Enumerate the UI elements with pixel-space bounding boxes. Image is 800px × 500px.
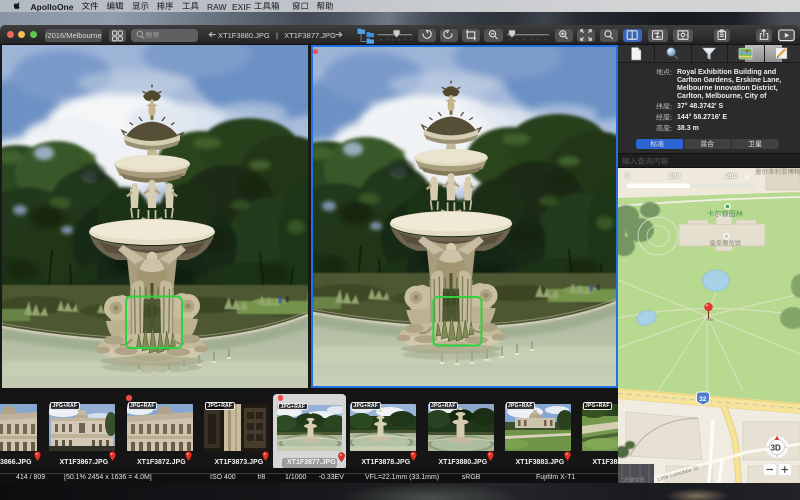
svg-text:32: 32 [699, 396, 707, 403]
svg-text:3D: 3D [771, 443, 781, 452]
